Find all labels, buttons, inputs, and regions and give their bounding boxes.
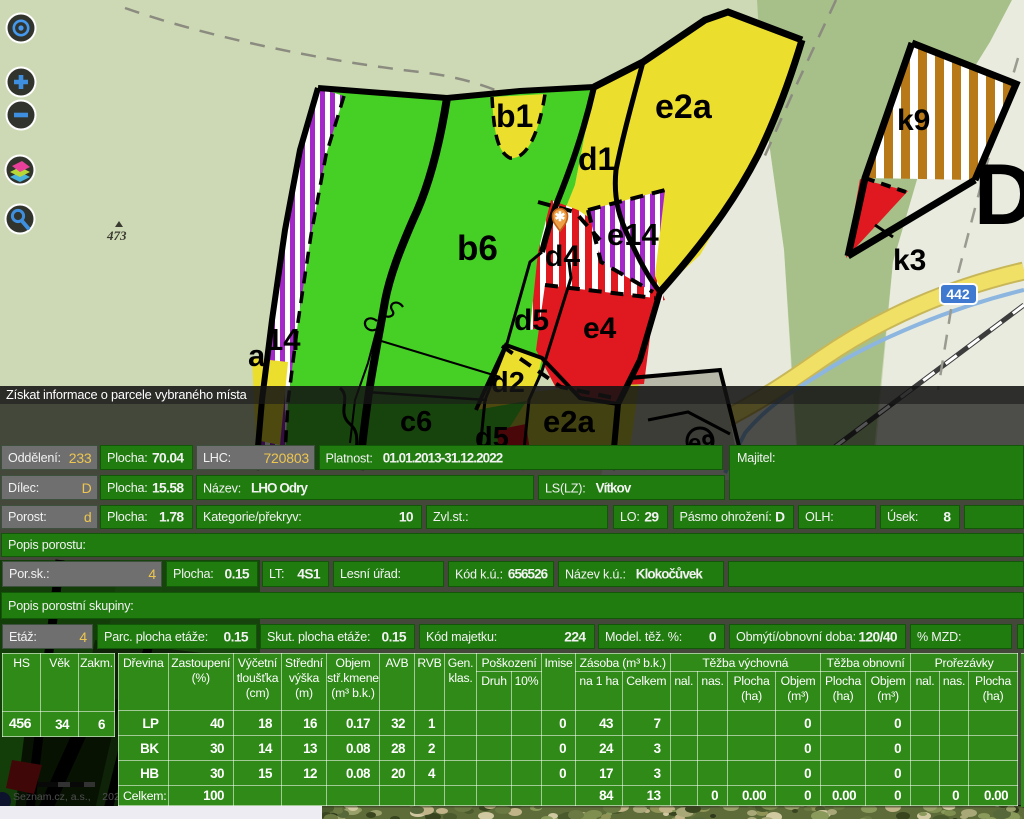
svg-text:d4: d4 xyxy=(545,240,580,273)
svg-text:b6: b6 xyxy=(457,229,498,268)
svg-text:✱: ✱ xyxy=(555,209,566,224)
svg-text:442: 442 xyxy=(946,286,970,302)
svg-text:d1: d1 xyxy=(578,141,615,177)
svg-text:e2a: e2a xyxy=(655,88,713,126)
svg-text:k9: k9 xyxy=(897,104,930,137)
svg-text:k3: k3 xyxy=(893,244,926,277)
svg-text:d5: d5 xyxy=(514,304,549,337)
svg-text:e14: e14 xyxy=(607,217,659,252)
svg-text:b1: b1 xyxy=(496,98,533,134)
svg-text:D: D xyxy=(974,147,1024,243)
svg-text:a: a xyxy=(248,338,266,373)
svg-text:473: 473 xyxy=(106,228,127,243)
svg-text:14: 14 xyxy=(266,322,301,357)
svg-text:e4: e4 xyxy=(583,312,617,345)
